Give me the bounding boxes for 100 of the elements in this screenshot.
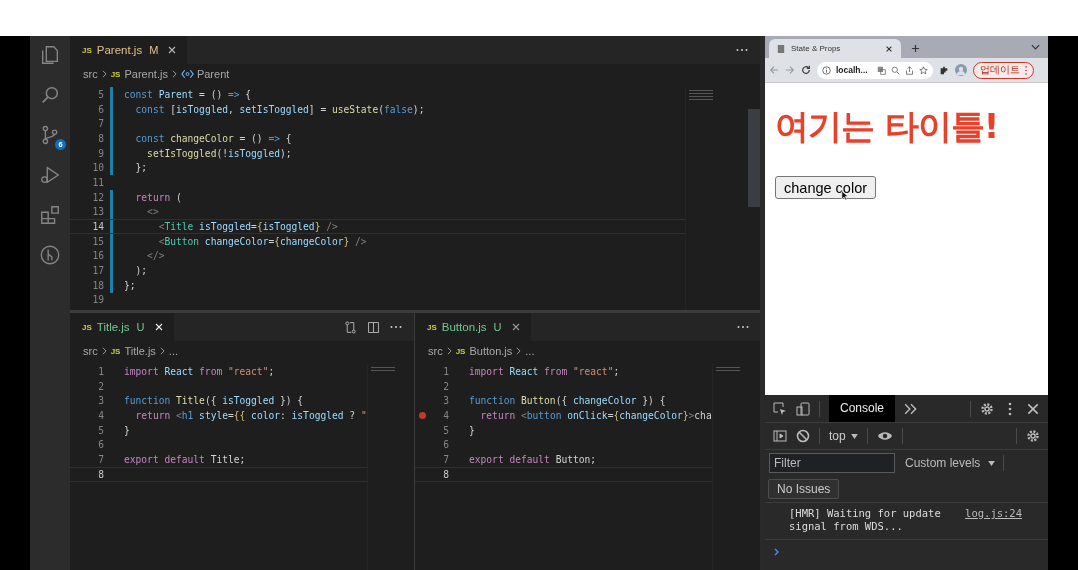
breadcrumb-item[interactable]: ... [168,345,178,357]
line-number: 6 [97,439,104,451]
page-heading: 여기는 타이틀! [775,105,1000,148]
more-tabs-icon[interactable] [904,401,919,416]
editor-tab[interactable]: JS Title.js U [70,313,174,341]
line-number: 10 [91,162,104,174]
breadcrumb-item[interactable]: Parent.js [124,68,168,80]
editor-tab[interactable]: JS Button.js U [415,313,531,341]
chevron-right-icon [101,70,107,78]
eye-icon[interactable] [876,431,893,441]
breadcrumb-item[interactable]: src [428,345,443,357]
page-icon [777,43,785,54]
url-text: localh... [836,65,868,75]
code-line: </> [146,250,165,262]
new-tab-icon[interactable] [911,44,920,53]
code-line: } [469,424,475,436]
chevron-right-icon [159,347,165,355]
symbol-icon [180,69,194,79]
js-file-icon: JS [82,322,92,332]
more-icon[interactable] [737,325,749,329]
line-number: 6 [97,103,104,115]
code-line: function Title({ isToggled }) { [124,395,304,407]
line-number: 2 [442,380,449,392]
inspect-icon[interactable] [773,401,787,416]
run-debug-icon[interactable] [39,164,61,186]
settings-icon[interactable] [980,401,994,416]
clear-console-icon[interactable] [796,429,810,443]
line-number: 4 [97,409,104,421]
breadcrumb-item[interactable]: Button.js [469,345,513,357]
reload-icon[interactable] [801,65,811,75]
close-icon[interactable] [510,322,521,332]
filter-input[interactable]: Filter [769,453,895,473]
editor-tab[interactable]: JS Parent.js M [70,36,188,64]
prompt-icon[interactable] [774,548,780,556]
close-icon[interactable] [885,44,893,53]
line-number: 18 [91,279,104,291]
star-icon[interactable] [918,65,928,75]
file-name: Button.js [441,321,487,333]
line-number: 3 [442,395,449,407]
close-icon[interactable] [1026,401,1040,416]
change-color-button[interactable]: change color [775,176,877,199]
console-tab[interactable]: Console [829,395,896,422]
js-file-icon: JS [110,346,121,356]
split-editor-icon[interactable] [367,320,380,334]
issues-button[interactable]: No Issues [768,479,840,499]
chevron-down-icon[interactable] [1031,44,1040,50]
code-line: }; [134,162,148,174]
more-icon[interactable] [390,325,402,329]
branch-circle-icon[interactable] [39,244,61,266]
breadcrumb-item[interactable]: src [83,68,98,80]
breadcrumb-item[interactable]: src [83,345,98,357]
breadcrumb-item[interactable]: ... [525,345,535,357]
extensions-icon[interactable] [39,204,61,226]
line-number: 5 [97,424,104,436]
chevron-right-icon [101,347,107,355]
breadcrumb-item[interactable]: Title.js [124,345,156,357]
code-line: import React from "react"; [469,365,620,377]
address-bar[interactable]: localh... [817,61,933,79]
code-line: return <h1 style={{ color: isToggled ? " [134,409,367,421]
line-number: 5 [97,88,104,100]
compare-changes-icon[interactable] [344,320,357,334]
close-icon[interactable] [153,322,164,332]
translate-icon[interactable] [876,65,886,75]
line-number: 15 [91,235,104,247]
line-number: 8 [97,132,104,144]
device-toggle-icon[interactable] [796,401,810,416]
puzzle-icon[interactable] [938,65,949,75]
caret-icon [988,460,996,466]
settings-icon[interactable] [1026,429,1040,443]
files-icon[interactable] [39,44,61,66]
code-line: function Button({ changeColor }) { [469,395,666,407]
caret-icon [850,433,858,439]
log-levels-dropdown[interactable]: Custom levels [905,456,981,470]
tab-title: State & Props [791,44,842,53]
code-line: return <button onClick={changeColor}>cha [479,409,712,421]
source-link[interactable]: log.js:24 [965,507,1022,520]
code-line: import React from "react"; [124,365,275,377]
js-file-icon: JS [427,322,437,332]
line-number: 2 [97,380,104,392]
sidebar-toggle-icon[interactable] [773,429,787,443]
breakpoint-dot[interactable] [418,411,426,419]
code-line: setIsToggled(!isToggled); [146,147,292,159]
browser-tab[interactable]: State & Props [769,39,901,58]
code-line: const changeColor = () => { [134,132,292,144]
zoom-icon[interactable] [890,65,900,75]
chevron-right-icon [446,347,452,355]
js-file-icon: JS [110,69,121,79]
line-number: 11 [91,176,104,188]
breadcrumb-item[interactable]: Parent [196,68,230,80]
close-icon[interactable] [167,45,178,55]
line-number: 19 [91,294,104,306]
search-icon[interactable] [39,84,61,106]
more-icon[interactable] [736,48,748,52]
js-file-icon: JS [82,45,92,55]
info-icon [822,65,831,75]
update-button[interactable]: 업데이트 [972,61,1034,79]
context-dropdown[interactable]: top [829,429,846,443]
share-icon[interactable] [904,65,914,75]
chevron-right-icon [171,70,177,78]
code-line: ); [134,265,148,277]
